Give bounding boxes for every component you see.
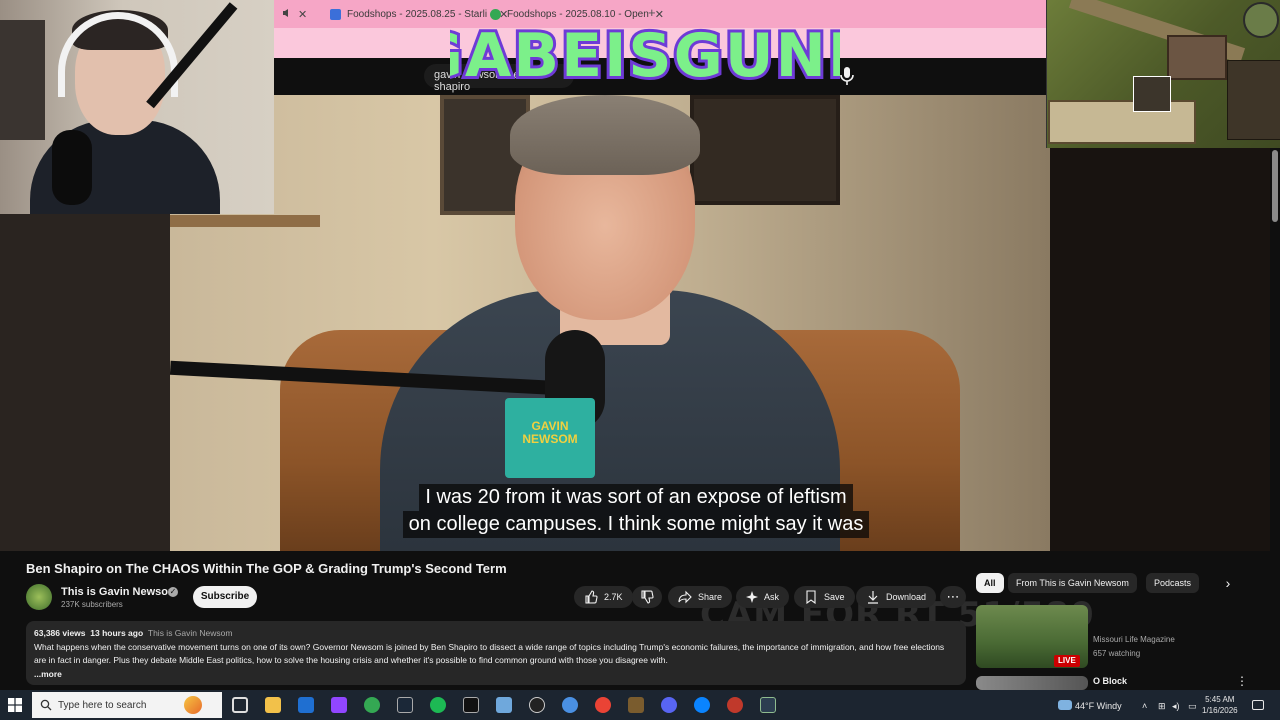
video-person-hair bbox=[510, 95, 700, 175]
network-icon[interactable]: ⊞ bbox=[1158, 701, 1166, 712]
like-count: 2.7K bbox=[604, 592, 623, 602]
webcam-overlay bbox=[0, 0, 274, 214]
upload-time: 13 hours ago bbox=[90, 628, 144, 638]
weather-icon[interactable] bbox=[1058, 700, 1072, 710]
clock-time: 5:45 AM bbox=[1205, 695, 1235, 704]
discord-icon[interactable] bbox=[661, 697, 677, 713]
task-view-icon[interactable] bbox=[232, 697, 248, 713]
like-button[interactable]: 2.7K bbox=[574, 586, 633, 608]
view-count: 63,386 views bbox=[34, 628, 86, 638]
recommendation-meta: 657 watching bbox=[1093, 649, 1141, 658]
download-icon bbox=[868, 591, 878, 604]
video-mic-flag: GAVIN NEWSOM bbox=[505, 398, 595, 478]
live-badge: LIVE bbox=[1054, 655, 1080, 667]
game-minimap bbox=[1243, 2, 1279, 38]
share-label: Share bbox=[698, 592, 723, 602]
keyboard-icon[interactable]: ▭ bbox=[1188, 701, 1197, 712]
caption-line: on college campuses. I think some might … bbox=[402, 511, 870, 538]
download-label: Download bbox=[886, 592, 927, 602]
file-explorer-icon[interactable] bbox=[265, 697, 281, 713]
video-background-right bbox=[1050, 95, 1280, 551]
sheets-icon bbox=[330, 8, 341, 20]
close-icon[interactable]: ✕ bbox=[298, 8, 307, 21]
more-options-icon[interactable]: ⋮ bbox=[1236, 674, 1248, 688]
ask-label: Ask bbox=[764, 592, 780, 602]
chevron-right-icon[interactable]: › bbox=[1220, 575, 1236, 591]
subscriber-count: 237K subscribers bbox=[61, 600, 123, 609]
chip-all[interactable]: All bbox=[976, 573, 1004, 593]
speaker-icon[interactable] bbox=[282, 8, 292, 21]
weather-status[interactable]: 44°F Windy bbox=[1075, 701, 1122, 711]
twitch-icon[interactable] bbox=[331, 697, 347, 713]
video-wall-frame bbox=[690, 95, 840, 205]
clock-date: 1/16/2026 bbox=[1202, 706, 1238, 715]
caption-line: I was 20 from it was sort of an expose o… bbox=[419, 484, 853, 511]
upload-channel: This is Gavin Newsom bbox=[147, 628, 233, 638]
channel-name[interactable]: This is Gavin Newsom bbox=[61, 586, 178, 598]
game-context-menu bbox=[1133, 76, 1171, 112]
search-icon bbox=[40, 699, 52, 711]
game-building bbox=[1167, 35, 1227, 80]
show-more-link[interactable]: ...more bbox=[34, 668, 958, 682]
video-captions: I was 20 from it was sort of an expose o… bbox=[356, 484, 916, 538]
recommendation-channel[interactable]: Missouri Life Magazine bbox=[1093, 635, 1175, 644]
more-actions-icon[interactable]: ⋯ bbox=[940, 586, 966, 608]
sparkle-icon bbox=[746, 591, 758, 603]
playlist-add-icon bbox=[806, 590, 816, 604]
browser-icon[interactable] bbox=[694, 697, 710, 713]
video-title: Ben Shapiro on The CHAOS Within The GOP … bbox=[26, 561, 507, 576]
scrollbar-thumb[interactable] bbox=[1272, 150, 1278, 222]
download-button[interactable]: Download bbox=[856, 586, 937, 608]
clock[interactable]: 5:45 AM 1/16/2026 bbox=[1202, 694, 1238, 716]
microphone-icon[interactable] bbox=[838, 66, 856, 86]
webcam-microphone bbox=[52, 130, 92, 205]
thumbs-up-icon bbox=[585, 590, 598, 604]
search-highlight-icon[interactable] bbox=[184, 696, 202, 714]
windows-start-icon[interactable] bbox=[8, 698, 22, 712]
volume-icon[interactable]: ◂) bbox=[1172, 701, 1180, 712]
recommendation-thumbnail[interactable] bbox=[976, 676, 1088, 690]
share-icon bbox=[678, 590, 692, 604]
outlook-icon[interactable] bbox=[298, 697, 314, 713]
runelite-icon[interactable] bbox=[628, 697, 644, 713]
game-chatbox bbox=[1048, 100, 1196, 144]
recommendation-title[interactable]: O Block bbox=[1093, 676, 1127, 686]
streamer-logo: GABEISGUNK bbox=[450, 18, 840, 94]
chevron-up-icon[interactable]: ˄ bbox=[1142, 701, 1147, 711]
save-label: Save bbox=[824, 592, 845, 602]
game-inventory bbox=[1227, 60, 1280, 140]
chrome-canary-icon[interactable] bbox=[595, 697, 611, 713]
page-scrollbar[interactable] bbox=[1270, 148, 1280, 690]
ask-button[interactable]: Ask bbox=[736, 586, 790, 608]
description-text: What happens when the conservative movem… bbox=[34, 641, 945, 666]
thumbs-down-icon bbox=[641, 590, 654, 604]
notification-icon[interactable] bbox=[1252, 700, 1264, 710]
chrome-icon[interactable] bbox=[364, 697, 380, 713]
verified-icon: ✓ bbox=[168, 587, 178, 597]
chip-from-channel[interactable]: From This is Gavin Newsom bbox=[1008, 573, 1137, 593]
game-overlay bbox=[1046, 0, 1280, 148]
video-description[interactable]: 63,386 views 13 hours ago This is Gavin … bbox=[26, 621, 966, 685]
subscribe-button[interactable]: Subscribe bbox=[193, 586, 257, 608]
steam-icon[interactable] bbox=[397, 697, 413, 713]
logo-text: GABEISGUNK bbox=[450, 21, 840, 91]
save-button[interactable]: Save bbox=[794, 586, 855, 608]
share-button[interactable]: Share bbox=[668, 586, 733, 608]
spotify-icon[interactable] bbox=[430, 697, 446, 713]
video-stats: 63,386 views 13 hours ago This is Gavin … bbox=[34, 627, 958, 641]
channel-avatar[interactable] bbox=[26, 584, 52, 610]
edge-icon[interactable] bbox=[562, 697, 578, 713]
x-icon[interactable] bbox=[463, 697, 479, 713]
obs-icon[interactable] bbox=[529, 697, 545, 713]
dislike-button[interactable] bbox=[632, 586, 662, 608]
browser-tab[interactable]: ✕ bbox=[276, 4, 307, 24]
recording-app-icon[interactable] bbox=[727, 697, 743, 713]
app-icon[interactable] bbox=[760, 697, 776, 713]
webcam-shelf bbox=[0, 20, 45, 140]
video-shelf bbox=[170, 215, 320, 227]
chip-podcasts[interactable]: Podcasts bbox=[1146, 573, 1200, 593]
notepad-icon[interactable] bbox=[496, 697, 512, 713]
